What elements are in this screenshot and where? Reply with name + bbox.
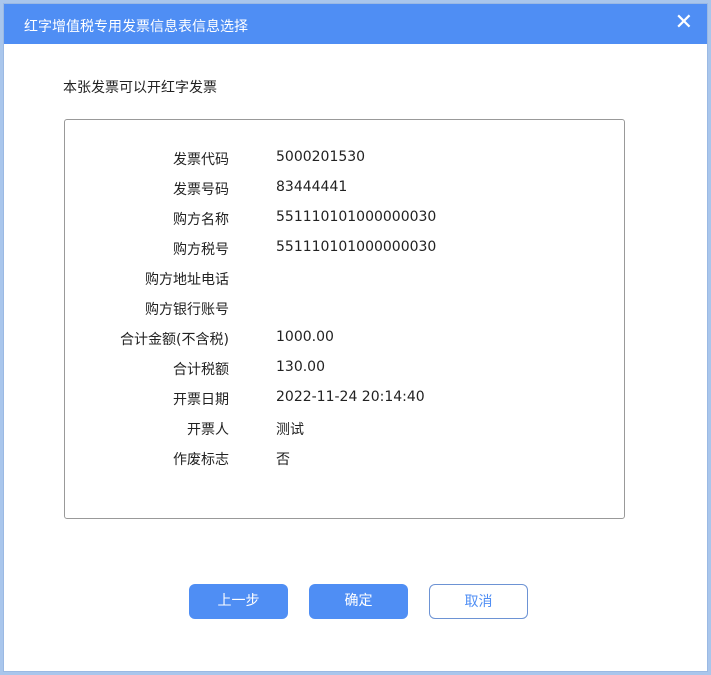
field-row: 购方税号 551110101000000030: [65, 239, 624, 259]
field-row: 发票代码 5000201530: [65, 149, 624, 169]
field-label: 购方银行账号: [145, 302, 229, 318]
dialog-title: 红字增值税专用发票信息表信息选择: [24, 19, 248, 35]
field-label: 发票号码: [173, 182, 229, 198]
field-label: 发票代码: [173, 152, 229, 168]
prev-step-button[interactable]: 上一步: [189, 584, 288, 619]
field-row: 发票号码 83444441: [65, 179, 624, 199]
field-row: 购方地址电话: [65, 269, 624, 289]
field-row: 购方名称 551110101000000030: [65, 209, 624, 229]
field-label: 开票日期: [173, 392, 229, 408]
dialog-header: 红字增值税专用发票信息表信息选择 ✕: [4, 4, 707, 44]
field-value: 2022-11-24 20:14:40: [276, 389, 425, 405]
confirm-button[interactable]: 确定: [309, 584, 408, 619]
field-label: 作废标志: [173, 452, 229, 468]
status-notice: 本张发票可以开红字发票: [63, 80, 217, 96]
field-value: 5000201530: [276, 149, 366, 165]
field-row: 合计税额 130.00: [65, 359, 624, 379]
field-value: 1000.00: [276, 329, 334, 345]
field-row: 购方银行账号: [65, 299, 624, 319]
cancel-button[interactable]: 取消: [429, 584, 528, 619]
field-row: 开票日期 2022-11-24 20:14:40: [65, 389, 624, 409]
field-value: 551110101000000030: [276, 209, 437, 225]
invoice-info-dialog: 红字增值税专用发票信息表信息选择 ✕ 本张发票可以开红字发票 发票代码 50002…: [3, 3, 708, 672]
field-label: 开票人: [187, 422, 229, 438]
field-value: 130.00: [276, 359, 325, 375]
field-label: 合计税额: [173, 362, 229, 378]
field-value: 83444441: [276, 179, 348, 195]
field-label: 合计金额(不含税): [120, 332, 229, 348]
close-icon[interactable]: ✕: [675, 10, 693, 36]
field-row: 开票人 测试: [65, 419, 624, 439]
field-value: 551110101000000030: [276, 239, 437, 255]
field-value: 否: [276, 452, 290, 468]
invoice-details-panel: 发票代码 5000201530 发票号码 83444441 购方名称 5511101010…: [64, 119, 625, 519]
field-row: 作废标志 否: [65, 449, 624, 469]
field-label: 购方税号: [173, 242, 229, 258]
field-label: 购方名称: [173, 212, 229, 228]
field-value: 测试: [276, 422, 304, 438]
field-row: 合计金额(不含税) 1000.00: [65, 329, 624, 349]
field-label: 购方地址电话: [145, 272, 229, 288]
